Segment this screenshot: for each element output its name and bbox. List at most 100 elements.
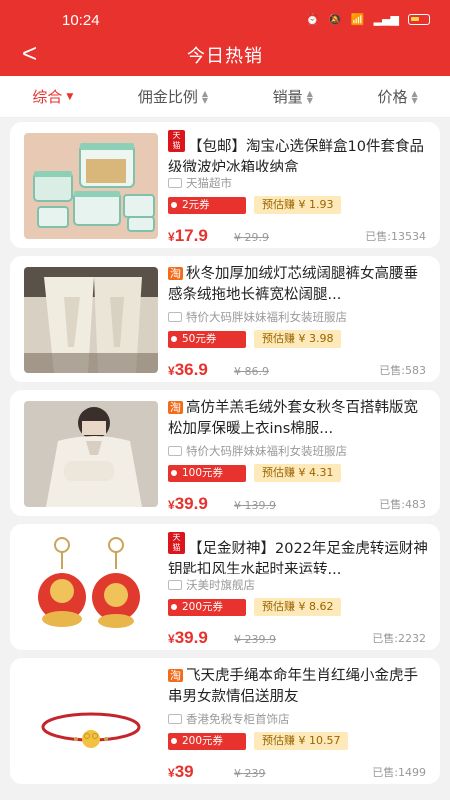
current-price: ¥39.9 (168, 494, 208, 514)
coupon-tag: 100元券 (168, 464, 246, 482)
product-card[interactable]: 淘高仿羊羔毛绒外套女秋冬百搭韩版宽松加厚保暖上衣ins棉服... 特价大码胖妹妹… (10, 390, 440, 516)
shop-row: 特价大码胖妹妹福利女装班服店 (168, 309, 432, 325)
status-time: 10:24 (62, 12, 100, 29)
product-card[interactable]: 天猫 【足金财神】2022年足金虎转运财神钥匙扣风生水起时来运转... 沃美时旗舰… (10, 524, 440, 650)
product-title: 淘秋冬加厚加绒灯芯绒阔腿裤女高腰垂感条绒拖地长裤宽松阔腿... (168, 264, 432, 306)
product-list: 天猫 【包邮】淘宝心选保鲜盒10件套食品级微波炉冰箱收纳盒 天猫超市 2元券 预估… (10, 122, 440, 792)
shop-name: 天猫超市 (186, 176, 232, 190)
sort-arrows-icon: ▲ ▼ (411, 88, 418, 105)
price-value: 39 (174, 762, 194, 781)
price-symbol: ¥ (168, 230, 175, 244)
product-info: 淘飞天虎手绳本命年生肖红绳小金虎手串男女款情侣送朋友 香港免税专柜首饰店 200… (168, 666, 432, 781)
tag-row: 2元券 预估赚 ¥ 1.93 (168, 196, 432, 214)
price-row: ¥39 ¥ 239 已售:1499 (168, 758, 432, 782)
taobao-badge: 淘 (168, 669, 183, 682)
taobao-badge: 淘 (168, 401, 183, 414)
tag-row: 200元券 预估赚 ¥ 10.57 (168, 732, 432, 750)
app-header: 10:24 ⏰ 🔕 📶 ▂▄▆ < 今日热销 (0, 0, 450, 76)
original-price: ¥ 29.9 (234, 231, 269, 244)
estimate-earning: 预估赚 ¥ 3.98 (254, 330, 342, 348)
original-price: ¥ 239.9 (234, 633, 276, 646)
sort-price[interactable]: 价格 ▲ ▼ (377, 86, 417, 107)
sold-count: 已售:13534 (365, 230, 426, 243)
original-price: ¥ 239 (234, 767, 266, 780)
sort-label: 佣金比例 (137, 88, 198, 106)
product-card[interactable]: 天猫 【包邮】淘宝心选保鲜盒10件套食品级微波炉冰箱收纳盒 天猫超市 2元券 预估… (10, 122, 440, 248)
price-symbol: ¥ (168, 766, 175, 780)
sold-count: 已售:483 (379, 498, 426, 511)
sort-arrows-icon: ▲ ▼ (201, 88, 209, 105)
wifi-icon: 📶 (350, 13, 365, 26)
caret-down-icon: ▼ (66, 91, 74, 102)
price-row: ¥39.9 ¥ 139.9 已售:483 (168, 490, 432, 514)
taobao-badge: 淘 (168, 267, 183, 280)
alarm-icon: ⏰ (305, 13, 320, 26)
shop-icon (168, 446, 182, 456)
product-image-corduroy-pants (24, 267, 158, 373)
product-info: 淘秋冬加厚加绒灯芯绒阔腿裤女高腰垂感条绒拖地长裤宽松阔腿... 特价大码胖妹妹福… (168, 264, 432, 379)
page-title: 今日热销 (187, 46, 263, 67)
product-title-text: 秋冬加厚加绒灯芯绒阔腿裤女高腰垂感条绒拖地长裤宽松阔腿... (168, 266, 418, 303)
coupon-tag: 50元券 (168, 330, 246, 348)
original-price: ¥ 139.9 (234, 499, 276, 512)
product-title-text: 高仿羊羔毛绒外套女秋冬百搭韩版宽松加厚保暖上衣ins棉服... (168, 400, 418, 437)
current-price: ¥39.9 (168, 628, 208, 648)
product-title: 淘高仿羊羔毛绒外套女秋冬百搭韩版宽松加厚保暖上衣ins棉服... (168, 398, 432, 440)
tag-row: 200元券 预估赚 ¥ 8.62 (168, 598, 432, 616)
sort-commission-rate[interactable]: 佣金比例 ▲ ▼ (138, 86, 208, 107)
product-title: 天猫 【足金财神】2022年足金虎转运财神钥匙扣风生水起时来运转... (168, 532, 432, 574)
sort-label: 综合 (32, 88, 63, 106)
product-card[interactable]: 淘秋冬加厚加绒灯芯绒阔腿裤女高腰垂感条绒拖地长裤宽松阔腿... 特价大码胖妹妹福… (10, 256, 440, 382)
coupon-tag: 2元券 (168, 196, 246, 214)
coupon-tag: 200元券 (168, 732, 246, 750)
sort-sales[interactable]: 销量 ▲ ▼ (273, 86, 313, 107)
product-title-text: 飞天虎手绳本命年生肖红绳小金虎手串男女款情侣送朋友 (168, 668, 418, 705)
product-info: 天猫 【足金财神】2022年足金虎转运财神钥匙扣风生水起时来运转... 沃美时旗舰… (168, 532, 432, 647)
current-price: ¥36.9 (168, 360, 208, 380)
shop-icon (168, 312, 182, 322)
sold-count: 已售:583 (379, 364, 426, 377)
estimate-earning: 预估赚 ¥ 8.62 (254, 598, 342, 616)
estimate-earning: 预估赚 ¥ 10.57 (254, 732, 349, 750)
product-card[interactable]: 淘飞天虎手绳本命年生肖红绳小金虎手串男女款情侣送朋友 香港免税专柜首饰店 200… (10, 658, 440, 784)
product-image-fleece-jacket (24, 401, 158, 507)
price-symbol: ¥ (168, 364, 175, 378)
mute-icon: 🔕 (328, 13, 342, 26)
price-value: 39.9 (174, 494, 208, 513)
original-price: ¥ 86.9 (234, 365, 269, 378)
price-value: 17.9 (174, 226, 208, 245)
product-image-gold-keychain (24, 535, 158, 641)
price-symbol: ¥ (168, 632, 175, 646)
product-image-food-containers (24, 133, 158, 239)
product-info: 天猫 【包邮】淘宝心选保鲜盒10件套食品级微波炉冰箱收纳盒 天猫超市 2元券 预估… (168, 130, 432, 245)
shop-icon (168, 178, 182, 188)
product-title-text: 【足金财神】2022年足金虎转运财神钥匙扣风生水起时来运转... (168, 541, 428, 574)
estimate-earning: 预估赚 ¥ 4.31 (254, 464, 342, 482)
price-row: ¥39.9 ¥ 239.9 已售:2232 (168, 624, 432, 648)
tag-row: 100元券 预估赚 ¥ 4.31 (168, 464, 432, 482)
sort-comprehensive[interactable]: 综合 ▼ (32, 86, 73, 107)
price-symbol: ¥ (168, 498, 175, 512)
current-price: ¥39 (168, 762, 194, 782)
price-value: 39.9 (174, 628, 208, 647)
tmall-badge: 天猫 (168, 532, 185, 554)
price-row: ¥36.9 ¥ 86.9 已售:583 (168, 356, 432, 380)
tmall-badge: 天猫 (168, 130, 185, 152)
product-title: 淘飞天虎手绳本命年生肖红绳小金虎手串男女款情侣送朋友 (168, 666, 432, 708)
current-price: ¥17.9 (168, 226, 208, 246)
battery-icon (408, 14, 430, 25)
product-info: 淘高仿羊羔毛绒外套女秋冬百搭韩版宽松加厚保暖上衣ins棉服... 特价大码胖妹妹… (168, 398, 432, 513)
shop-icon (168, 580, 182, 590)
status-icons: ⏰ 🔕 📶 ▂▄▆ (305, 13, 430, 26)
sort-arrows-icon: ▲ ▼ (306, 88, 313, 105)
tag-row: 50元券 预估赚 ¥ 3.98 (168, 330, 432, 348)
shop-icon (168, 714, 182, 724)
sort-bar: 综合 ▼ 佣金比例 ▲ ▼ 销量 ▲ ▼ 价格 ▲ ▼ (0, 76, 450, 118)
shop-row: 香港免税专柜首饰店 (168, 711, 432, 727)
shop-row: 天猫超市 (168, 175, 432, 191)
product-title-text: 【包邮】淘宝心选保鲜盒10件套食品级微波炉冰箱收纳盒 (168, 139, 424, 172)
price-row: ¥17.9 ¥ 29.9 已售:13534 (168, 222, 432, 246)
title-bar: < 今日热销 (0, 34, 450, 76)
sort-label: 价格 (377, 88, 408, 106)
shop-name: 特价大码胖妹妹福利女装班服店 (186, 310, 347, 324)
